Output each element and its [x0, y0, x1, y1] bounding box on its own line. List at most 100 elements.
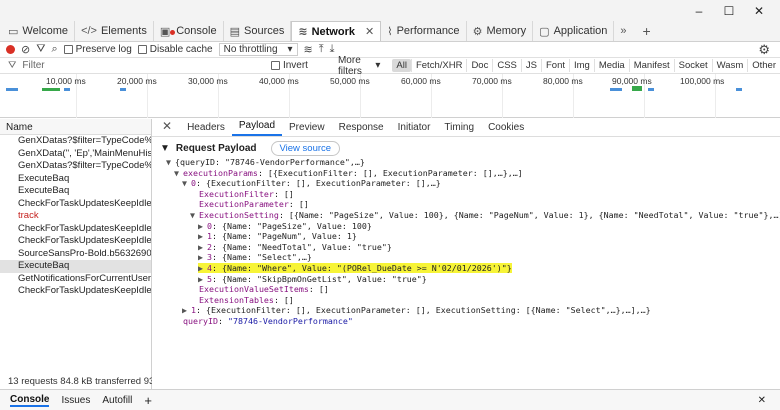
tab-elements[interactable]: </> Elements [75, 21, 154, 41]
add-drawer-tab-icon[interactable]: + [144, 393, 152, 408]
view-source-button[interactable]: View source [270, 141, 341, 156]
network-conditions-icon[interactable]: ≋ [304, 43, 313, 56]
request-row[interactable]: CheckForTaskUpdatesKeepIdleTime [0, 235, 151, 248]
type-filter-wasm[interactable]: Wasm [711, 59, 748, 72]
request-row[interactable]: SourceSansPro-Bold.b5632690d6ca1f... [0, 248, 151, 261]
request-row[interactable]: ExecuteBaq [0, 185, 151, 198]
drawer-tab-issues[interactable]: Issues [61, 395, 90, 406]
triangle-right-icon[interactable]: ▶ [198, 263, 207, 274]
request-row[interactable]: CheckForTaskUpdatesKeepIdleTime [0, 285, 151, 298]
triangle-down-icon[interactable]: ▼ [182, 178, 191, 189]
tab-initiator[interactable]: Initiator [391, 120, 438, 136]
type-filter-css[interactable]: CSS [492, 59, 521, 72]
add-tab-icon[interactable]: + [633, 21, 661, 41]
timeline-overview[interactable]: 10,000 ms 20,000 ms 30,000 ms 40,000 ms … [0, 74, 780, 118]
payload-line[interactable]: ▶ 1: {ExecutionFilter: [], ExecutionParam… [152, 305, 780, 316]
request-row[interactable]: ExecuteBaq [0, 173, 151, 186]
tab-performance[interactable]: ⌇ Performance [381, 21, 467, 41]
tab-payload[interactable]: Payload [231, 118, 283, 136]
triangle-right-icon[interactable]: ▶ [198, 221, 207, 232]
payload-line[interactable]: ▼ 0: {ExecutionFilter: [], ExecutionParam… [152, 178, 780, 189]
drawer-tab-console[interactable]: Console [10, 394, 50, 407]
tab-label: Memory [486, 25, 527, 37]
triangle-right-icon[interactable]: ▶ [198, 252, 207, 263]
request-payload-header[interactable]: ▼ Request Payload View source [160, 141, 341, 156]
name-column-header[interactable]: Name [0, 119, 151, 135]
network-toolbar: ⊘ ⛛ ⌕ Preserve log Disable cache No thro… [0, 42, 780, 58]
request-row[interactable]: track [0, 210, 151, 223]
type-filter-all[interactable]: All [392, 59, 411, 72]
tab-welcome[interactable]: ▭ Welcome [2, 21, 76, 41]
tab-sources[interactable]: ▤ Sources [224, 21, 292, 41]
import-har-icon[interactable]: ⤒ [319, 43, 324, 56]
type-filter-doc[interactable]: Doc [466, 59, 492, 72]
request-row[interactable]: CheckForTaskUpdatesKeepIdleTime [0, 198, 151, 211]
request-row[interactable]: GenXDatas?$filter=TypeCode%20eq%2... [0, 160, 151, 173]
payload-value: : {Name: "Select",…} [212, 252, 312, 263]
tab-timing[interactable]: Timing [437, 120, 481, 136]
tab-response[interactable]: Response [332, 120, 391, 136]
type-filter-img[interactable]: Img [569, 59, 594, 72]
filter-input[interactable]: ⛛ Filter [8, 60, 259, 71]
payload-line[interactable]: ▶ 2: {Name: "NeedTotal", Value: "true"} [152, 242, 780, 253]
type-filter-media[interactable]: Media [593, 59, 629, 72]
triangle-right-icon[interactable]: ▶ [198, 242, 207, 253]
tab-memory[interactable]: ⚙ Memory [467, 21, 534, 41]
tab-console[interactable]: ▣ Console [154, 21, 224, 41]
close-details-icon[interactable]: ✕ [160, 119, 180, 136]
close-drawer-icon[interactable]: ✕ [758, 395, 766, 406]
request-row[interactable]: GenXDatas?$filter=TypeCode%20eq%2... [0, 135, 151, 148]
maximize-button[interactable]: ☐ [714, 2, 744, 20]
tab-cookies[interactable]: Cookies [481, 120, 531, 136]
gear-icon[interactable]: ⚙ [758, 42, 770, 58]
disable-cache-checkbox[interactable]: Disable cache [137, 44, 213, 55]
export-har-icon[interactable]: ⤓ [330, 43, 335, 56]
triangle-right-icon[interactable]: ▶ [198, 274, 207, 285]
filter-toggle-icon[interactable]: ⛛ [36, 43, 45, 56]
tab-label: Elements [100, 25, 147, 37]
type-filter-fetch-xhr[interactable]: Fetch/XHR [410, 59, 466, 72]
triangle-right-icon[interactable]: ▶ [182, 305, 191, 316]
payload-line[interactable]: ▶ 4: {Name: "Where", Value: "(PORel_DueDa… [152, 262, 780, 274]
close-icon[interactable]: ✕ [365, 25, 374, 38]
throttling-select[interactable]: No throttling ▾ [218, 43, 298, 56]
record-icon[interactable] [6, 45, 15, 54]
request-row[interactable]: GetNotificationsForCurrentUserKeepIdl... [0, 273, 151, 286]
tab-preview[interactable]: Preview [282, 120, 332, 136]
request-row[interactable]: CheckForTaskUpdatesKeepIdleTime [0, 223, 151, 236]
clear-icon[interactable]: ⊘ [21, 43, 30, 56]
tab-application[interactable]: ▢ Application [533, 21, 615, 41]
search-icon[interactable]: ⌕ [51, 43, 57, 56]
payload-line[interactable]: ▶ 5: {Name: "SkipBpmOnGetList", Value: "t… [152, 274, 780, 285]
payload-line[interactable]: ▼ {queryID: "78746-VendorPerformance",…} [152, 157, 780, 168]
triangle-down-icon[interactable]: ▼ [166, 157, 175, 168]
triangle-down-icon[interactable]: ▼ [174, 168, 183, 179]
payload-line[interactable]: ▶ 0: {Name: "PageSize", Value: 100} [152, 221, 780, 232]
tab-label: Welcome [22, 25, 69, 37]
request-row[interactable]: GenXData('', 'Ep','MainMenuHistory','78.… [0, 148, 151, 161]
triangle-right-icon[interactable]: ▶ [198, 231, 207, 242]
chevron-down-icon: ▾ [375, 60, 381, 71]
minimize-button[interactable]: – [684, 2, 714, 20]
request-row-selected[interactable]: ExecuteBaq [0, 260, 151, 273]
type-filter-js[interactable]: JS [520, 59, 541, 72]
type-filter-manifest[interactable]: Manifest [628, 59, 674, 72]
tab-network[interactable]: ≋ Network ✕ [291, 21, 382, 41]
payload-line[interactable]: ▶ 1: {Name: "PageNum", Value: 1} [152, 231, 780, 242]
timeline-bar [42, 88, 60, 91]
timeline-bar [648, 88, 654, 91]
timeline-tick: 30,000 ms [188, 76, 228, 86]
preserve-log-checkbox[interactable]: Preserve log [63, 44, 132, 55]
drawer-tab-autofill[interactable]: Autofill [102, 395, 132, 406]
payload-line[interactable]: ▼ executionParams: [{ExecutionFilter: [],… [152, 168, 780, 179]
payload-line[interactable]: ▼ ExecutionSetting: [{Name: "PageSize", V… [152, 210, 780, 221]
triangle-down-icon[interactable]: ▼ [190, 210, 199, 221]
tab-headers[interactable]: Headers [180, 120, 232, 136]
invert-checkbox[interactable]: Invert [270, 60, 308, 71]
close-window-button[interactable]: ✕ [744, 2, 774, 20]
type-filter-other[interactable]: Other [747, 59, 780, 72]
type-filter-socket[interactable]: Socket [673, 59, 712, 72]
type-filter-font[interactable]: Font [540, 59, 569, 72]
more-tabs-icon[interactable]: » [614, 21, 632, 41]
payload-line[interactable]: ▶ 3: {Name: "Select",…} [152, 252, 780, 263]
